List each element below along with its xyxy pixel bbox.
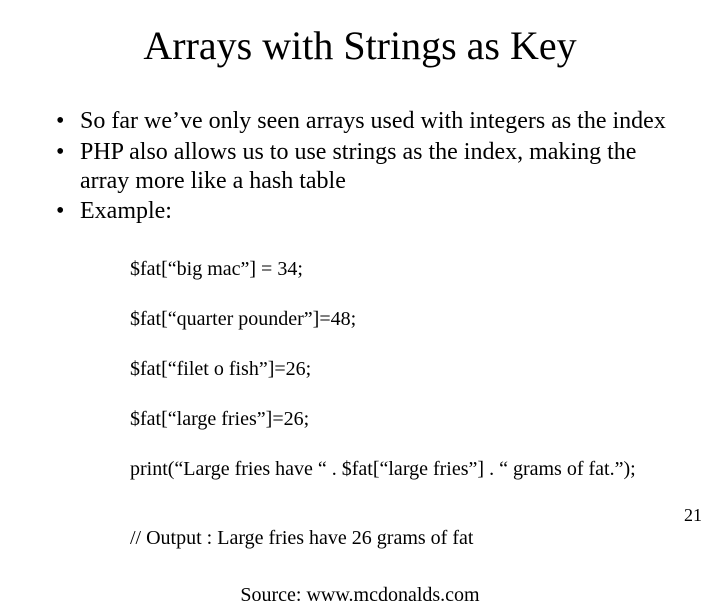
output-line: // Output : Large fries have 26 grams of… [130,527,670,550]
code-line: $fat[“filet o fish”]=26; [130,357,670,382]
bullet-item: PHP also allows us to use strings as the… [50,138,670,196]
slide: Arrays with Strings as Key So far we’ve … [0,0,720,540]
bullet-list: So far we’ve only seen arrays used with … [50,107,670,226]
code-block: $fat[“big mac”] = 34; $fat[“quarter poun… [130,232,670,507]
bullet-item: Example: [50,197,670,226]
source-line: Source: www.mcdonalds.com [50,584,670,607]
code-line: $fat[“quarter pounder”]=48; [130,307,670,332]
slide-body: So far we’ve only seen arrays used with … [0,69,720,607]
code-line: $fat[“big mac”] = 34; [130,257,670,282]
code-line: print(“Large fries have “ . $fat[“large … [130,457,670,482]
bullet-item: So far we’ve only seen arrays used with … [50,107,670,136]
code-line: $fat[“large fries”]=26; [130,407,670,432]
slide-title: Arrays with Strings as Key [0,0,720,69]
page-number: 21 [684,505,702,526]
